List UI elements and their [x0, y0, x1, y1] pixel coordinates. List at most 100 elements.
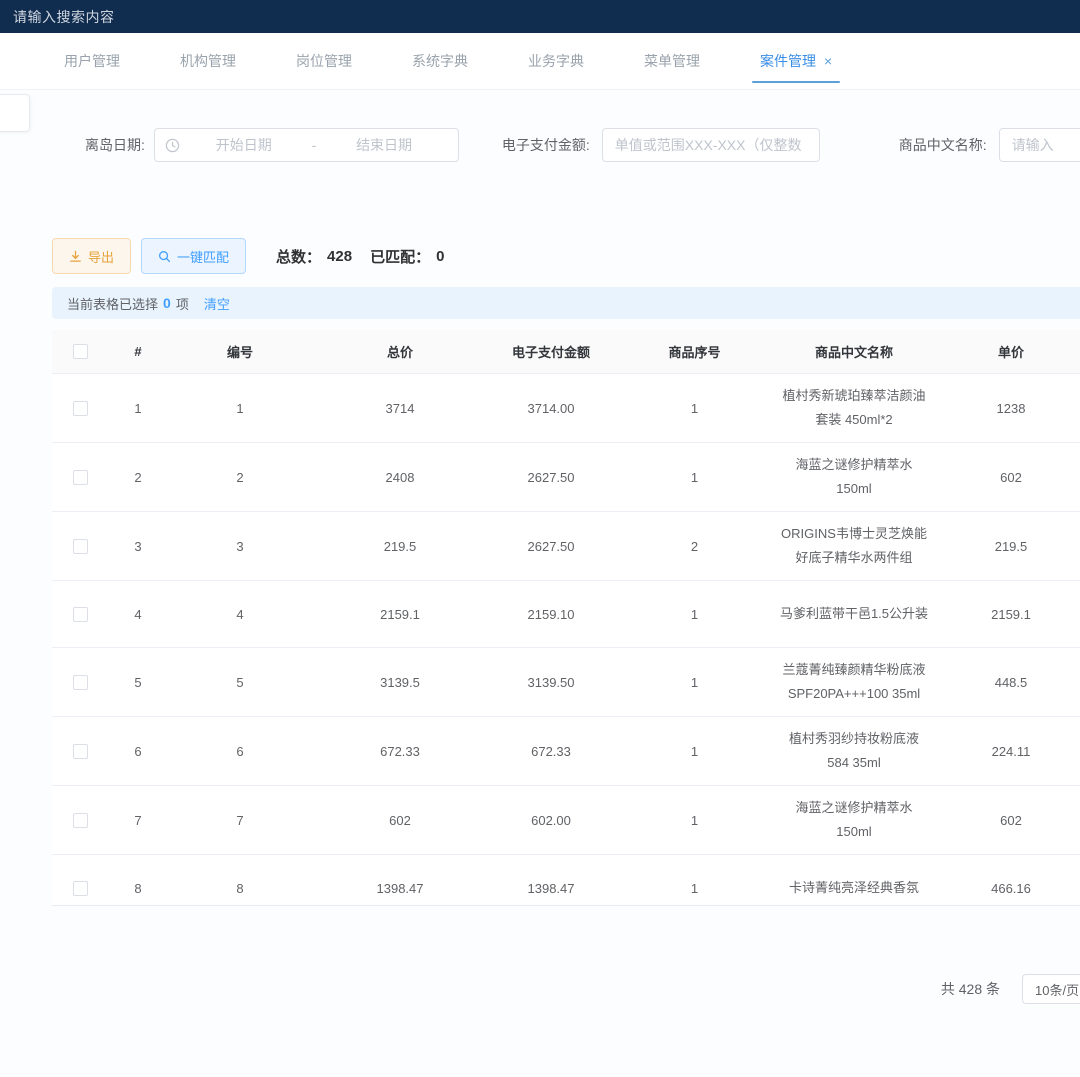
cell-product-name: 卡诗菁纯亮泽经典香氛: [775, 866, 933, 906]
cell-epay: 2159.10: [488, 607, 614, 622]
download-icon: [69, 250, 82, 263]
row-checkbox[interactable]: [73, 607, 88, 622]
date-range-input[interactable]: 开始日期 - 结束日期: [154, 128, 459, 162]
cell-no: 1: [168, 401, 312, 416]
cell-epay: 2627.50: [488, 539, 614, 554]
cell-total: 672.33: [312, 744, 488, 759]
cell-total: 602: [312, 813, 488, 828]
cell-epay: 2627.50: [488, 470, 614, 485]
cell-index: 3: [108, 539, 168, 554]
matched-label: 已匹配：: [370, 246, 430, 267]
table-row: 6 6 672.33 672.33 1 植村秀羽纱持妆粉底液 584 35ml …: [52, 717, 1080, 786]
export-button[interactable]: 导出: [52, 238, 131, 274]
nav-tab[interactable]: 案件管理 ×: [730, 33, 862, 89]
cell-epay: 602.00: [488, 813, 614, 828]
cell-seq: 1: [614, 675, 775, 690]
one-click-match-button[interactable]: 一键匹配: [141, 238, 246, 274]
page-size-value: 10条/页: [1035, 980, 1079, 999]
row-checkbox-cell: [52, 675, 108, 690]
nav-tab[interactable]: 业务字典 ×: [498, 33, 614, 89]
app-window: 请输入搜索内容 用户管理 × 机构管理 × 岗位管理 × 系统字典 × 业务字典…: [0, 0, 1080, 1077]
row-checkbox-cell: [52, 881, 108, 896]
cell-unit-price: 602: [933, 470, 1080, 485]
nav-tab[interactable]: 用户管理 ×: [34, 33, 150, 89]
table-row: 8 8 1398.47 1398.47 1 卡诗菁纯亮泽经典香氛 466.16: [52, 855, 1080, 906]
global-search-input[interactable]: 请输入搜索内容: [13, 7, 115, 27]
date-filter-label: 离岛日期:: [85, 135, 145, 155]
cell-index: 4: [108, 607, 168, 622]
total-value: 428: [327, 248, 352, 265]
column-header-index[interactable]: #: [108, 344, 168, 359]
amount-placeholder: 单值或范围XXX-XXX（仅整数: [615, 135, 802, 155]
cell-unit-price: 219.5: [933, 539, 1080, 554]
column-header-name[interactable]: 商品中文名称: [775, 342, 933, 361]
cell-unit-price: 1238: [933, 401, 1080, 416]
row-checkbox-cell: [52, 813, 108, 828]
cell-product-name: 兰蔻菁纯臻颜精华粉底液SPF20PA+++100 35ml: [775, 648, 933, 716]
clear-selection-link[interactable]: 清空: [204, 294, 230, 313]
table-row: 3 3 219.5 2627.50 2 ORIGINS韦博士灵芝焕能好底子精华水…: [52, 512, 1080, 581]
row-checkbox[interactable]: [73, 881, 88, 896]
cell-unit-price: 602: [933, 813, 1080, 828]
page-size-select[interactable]: 10条/页: [1022, 974, 1080, 1004]
matched-value: 0: [436, 248, 444, 265]
amount-filter-label: 电子支付金额:: [502, 135, 590, 155]
cell-no: 5: [168, 675, 312, 690]
tab-label: 用户管理: [64, 51, 120, 71]
nav-tab[interactable]: 机构管理 ×: [150, 33, 266, 89]
cell-no: 4: [168, 607, 312, 622]
column-header-seq[interactable]: 商品序号: [614, 342, 775, 361]
table-row: 1 1 3714 3714.00 1 植村秀新琥珀臻萃洁颜油套装 450ml*2…: [52, 374, 1080, 443]
cell-no: 3: [168, 539, 312, 554]
row-checkbox[interactable]: [73, 744, 88, 759]
match-button-label: 一键匹配: [177, 247, 229, 266]
nav-tab[interactable]: 岗位管理 ×: [266, 33, 382, 89]
cell-total: 2159.1: [312, 607, 488, 622]
cell-epay: 1398.47: [488, 881, 614, 896]
export-button-label: 导出: [88, 247, 114, 266]
cell-total: 1398.47: [312, 881, 488, 896]
column-header-no[interactable]: 编号: [168, 342, 312, 361]
cell-unit-price: 466.16: [933, 881, 1080, 896]
row-checkbox[interactable]: [73, 401, 88, 416]
row-checkbox-cell: [52, 607, 108, 622]
cell-product-name: 植村秀新琥珀臻萃洁颜油套装 450ml*2: [775, 374, 933, 442]
row-checkbox[interactable]: [73, 539, 88, 554]
cell-epay: 3139.50: [488, 675, 614, 690]
cell-product-name: 海蓝之谜修护精萃水 150ml: [775, 786, 933, 854]
cell-index: 1: [108, 401, 168, 416]
total-label: 总数：: [276, 246, 321, 267]
tab-label: 岗位管理: [296, 51, 352, 71]
match-stats: 总数： 428 已匹配： 0: [276, 246, 444, 267]
row-checkbox[interactable]: [73, 813, 88, 828]
cell-seq: 1: [614, 607, 775, 622]
column-header-epay[interactable]: 电子支付金额: [488, 342, 614, 361]
cell-index: 5: [108, 675, 168, 690]
row-checkbox[interactable]: [73, 470, 88, 485]
start-date-placeholder[interactable]: 开始日期: [180, 135, 308, 155]
cell-product-name: 植村秀羽纱持妆粉底液 584 35ml: [775, 717, 933, 785]
clock-icon: [165, 138, 180, 153]
column-header-unit[interactable]: 单价: [933, 342, 1080, 361]
product-name-input[interactable]: 请输入: [999, 128, 1080, 162]
row-checkbox[interactable]: [73, 675, 88, 690]
amount-input[interactable]: 单值或范围XXX-XXX（仅整数: [602, 128, 820, 162]
nav-tab[interactable]: 系统字典 ×: [382, 33, 498, 89]
select-all-checkbox[interactable]: [73, 344, 88, 359]
row-checkbox-cell: [52, 401, 108, 416]
product-name-filter-label: 商品中文名称:: [899, 135, 987, 155]
filter-row: 离岛日期: 开始日期 - 结束日期 电子支付金额: 单值或范围XXX-XXX（仅…: [0, 127, 1080, 163]
column-header-total[interactable]: 总价: [312, 342, 488, 361]
cell-seq: 1: [614, 881, 775, 896]
tab-label: 业务字典: [528, 51, 584, 71]
close-icon[interactable]: ×: [824, 54, 832, 68]
table-row: 4 4 2159.1 2159.10 1 马爹利蓝带干邑1.5公升装 2159.…: [52, 581, 1080, 648]
cell-total: 2408: [312, 470, 488, 485]
selection-suffix: 项: [176, 294, 189, 313]
nav-tab[interactable]: 菜单管理 ×: [614, 33, 730, 89]
header-checkbox-cell: [52, 344, 108, 359]
cell-total: 3714: [312, 401, 488, 416]
end-date-placeholder[interactable]: 结束日期: [320, 135, 448, 155]
date-separator: -: [308, 137, 321, 153]
cell-product-name: 马爹利蓝带干邑1.5公升装: [775, 592, 933, 636]
